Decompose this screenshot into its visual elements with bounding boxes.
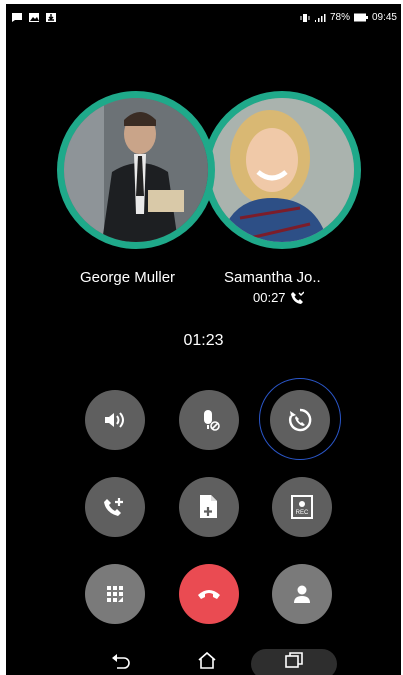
- add-call-button[interactable]: [85, 477, 145, 537]
- navigation-bar: [6, 646, 401, 675]
- note-add-icon: [200, 495, 217, 518]
- message-icon: [12, 13, 22, 22]
- download-icon: [46, 13, 56, 22]
- participant-duration: 00:27: [253, 290, 304, 305]
- home-icon[interactable]: [197, 651, 217, 669]
- battery-icon: [353, 13, 368, 22]
- image-icon: [29, 13, 39, 22]
- participant-name: George Muller: [80, 269, 176, 286]
- notification-icons: [11, 12, 57, 23]
- end-call-button[interactable]: [179, 564, 239, 624]
- george-muller-photo: [64, 98, 208, 242]
- signal-icon: [314, 13, 326, 22]
- clock: 09:45: [371, 12, 397, 23]
- vibrate-icon: [300, 13, 310, 22]
- avatar-george-muller: [57, 91, 215, 249]
- swap-calls-button[interactable]: [270, 390, 330, 450]
- record-label: REC: [295, 510, 309, 516]
- recent-apps-icon[interactable]: [285, 652, 303, 668]
- system-status: 78% 09:45: [300, 12, 397, 23]
- add-note-button[interactable]: [179, 477, 239, 537]
- samantha-photo: [210, 98, 354, 242]
- back-icon[interactable]: [111, 653, 131, 669]
- battery-percent: 78%: [329, 12, 350, 23]
- keypad-button[interactable]: [85, 564, 145, 624]
- duration-label: 00:27: [253, 290, 286, 305]
- mute-button[interactable]: [179, 390, 239, 450]
- end-call-icon: [198, 590, 220, 599]
- add-call-icon: [104, 498, 123, 516]
- contact-button[interactable]: [272, 564, 332, 624]
- avatar-samantha: [203, 91, 361, 249]
- speaker-icon: [105, 412, 124, 428]
- keypad-icon: [107, 586, 123, 602]
- call-screen: 78% 09:45 George Muller Samantha Jo.. 00…: [6, 4, 401, 675]
- swap-calls-icon: [289, 408, 312, 432]
- record-button[interactable]: REC: [272, 477, 332, 537]
- contact-icon: [294, 585, 310, 603]
- status-bar: 78% 09:45: [6, 4, 401, 32]
- mic-off-icon: [204, 410, 220, 431]
- participant-name: Samantha Jo..: [224, 269, 321, 286]
- call-icon: [290, 291, 304, 304]
- speaker-button[interactable]: [85, 390, 145, 450]
- call-timer: 01:23: [183, 332, 224, 349]
